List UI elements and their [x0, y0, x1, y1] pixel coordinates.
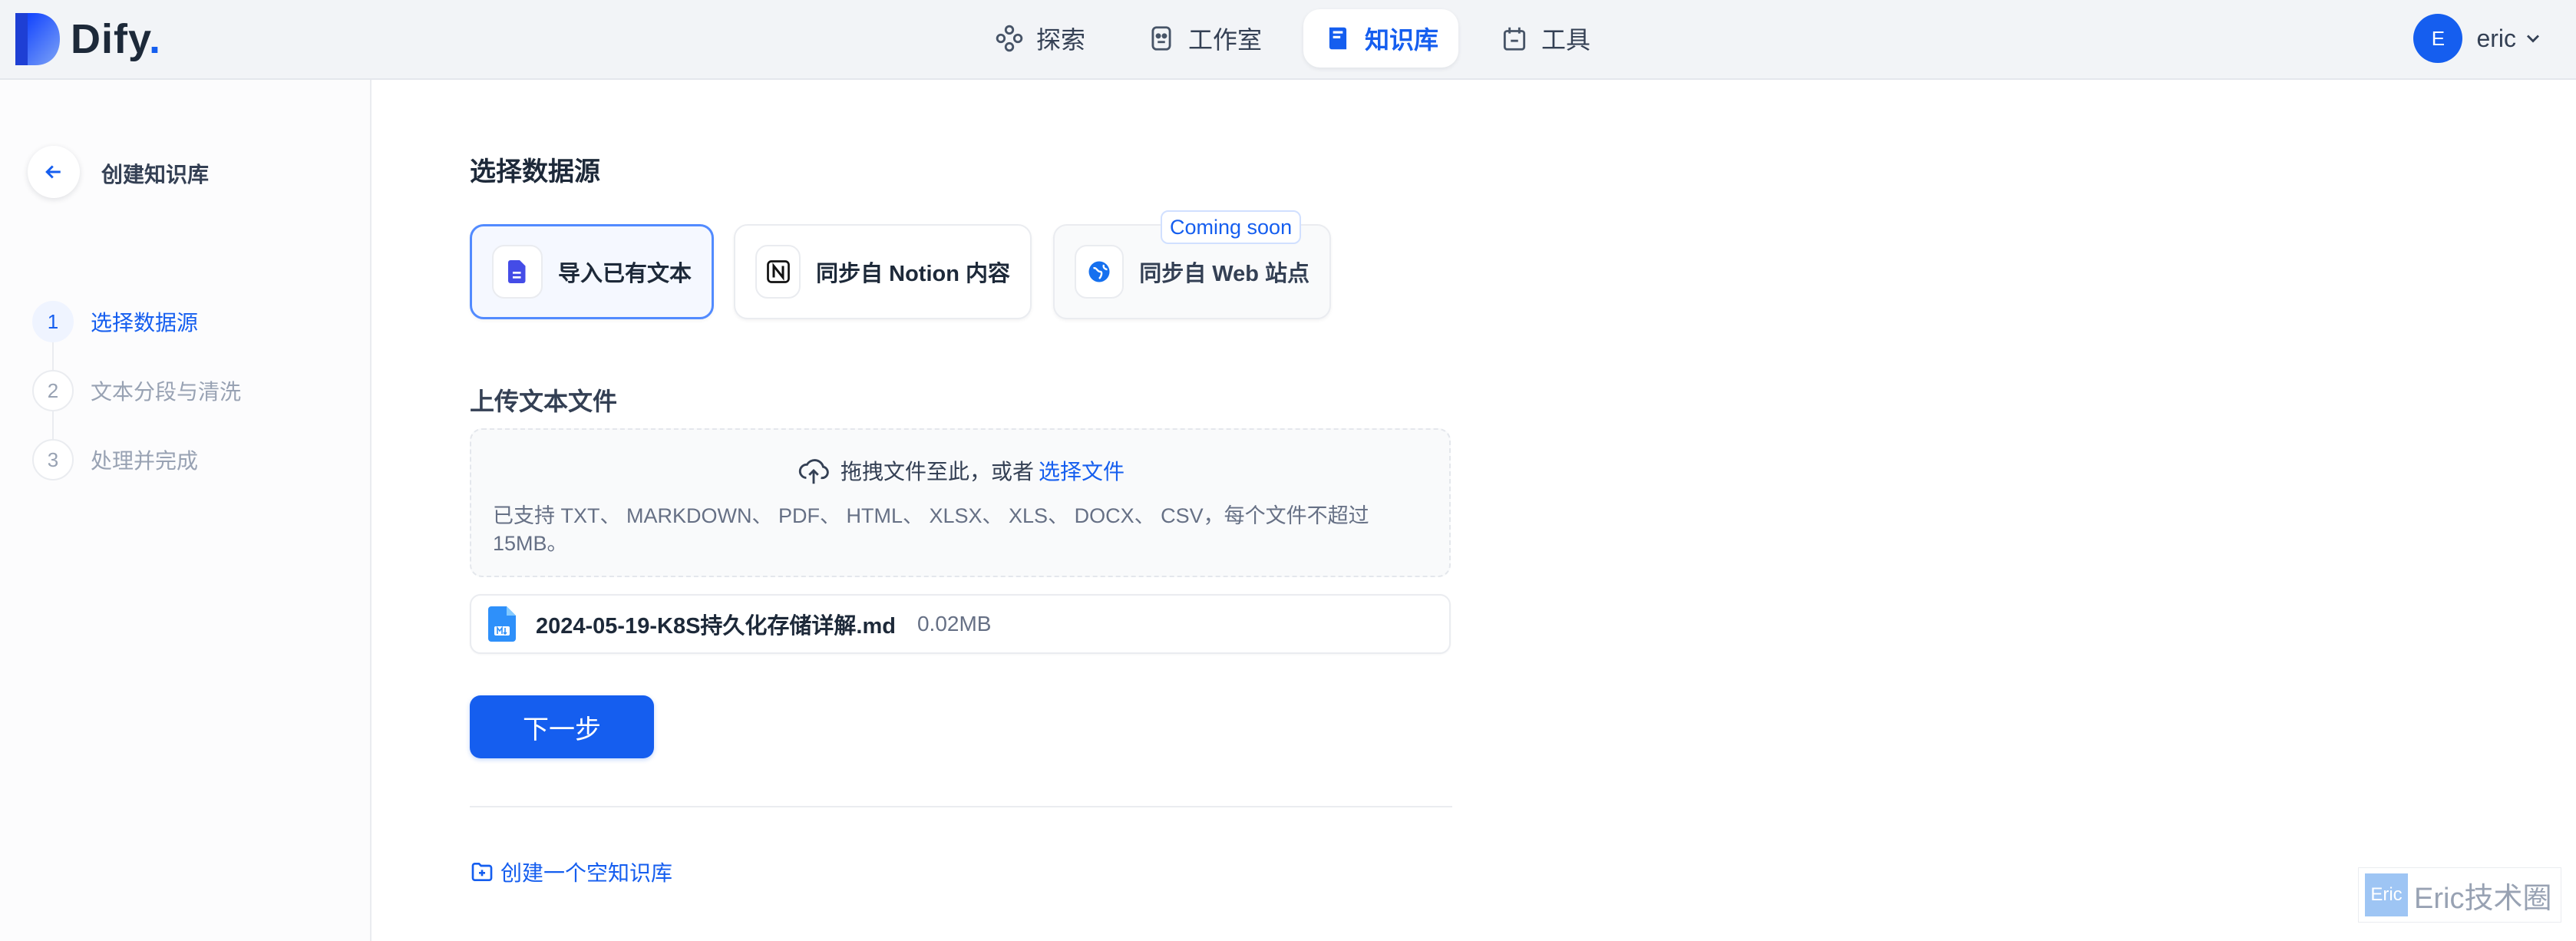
- back-button[interactable]: [28, 146, 80, 198]
- logo-text: Dify: [71, 16, 150, 62]
- book-icon: [1329, 27, 1347, 50]
- step-label: 文本分段与清洗: [91, 380, 242, 404]
- nav-item-label: 工具: [1541, 26, 1591, 54]
- web-icon: [1088, 261, 1110, 282]
- nav-item-tools[interactable]: 工具: [1480, 9, 1610, 68]
- upload-cloud-icon: [798, 459, 829, 484]
- nav-item-studio[interactable]: 工作室: [1127, 9, 1282, 68]
- source-icon-box: [755, 245, 801, 299]
- create-empty-knowledge-link[interactable]: 创建一个空知识库: [470, 857, 672, 887]
- chevron-down-icon: [2527, 35, 2539, 43]
- file-size: 0.02MB: [916, 612, 992, 636]
- create-empty-knowledge-label: 创建一个空知识库: [500, 861, 673, 885]
- main-nav: 探索 工作室 知识库 工具: [975, 9, 1632, 68]
- step-item: 1 选择数据源: [32, 287, 241, 370]
- step-number: 1: [32, 301, 74, 342]
- source-label: 同步自 Web 站点: [1139, 262, 1309, 286]
- nav-item-label: 知识库: [1365, 26, 1439, 54]
- step-number: 3: [32, 439, 74, 480]
- dify-logo[interactable]: Dify.: [15, 11, 161, 68]
- select-file-link[interactable]: 选择文件: [1039, 455, 1125, 486]
- document-icon: [507, 260, 526, 283]
- notion-icon: [766, 260, 790, 283]
- coming-soon-badge: Coming soon: [1161, 210, 1302, 244]
- source-icon-box: [1075, 245, 1125, 299]
- upload-section-title: 上传文本文件: [470, 388, 618, 415]
- watermark: Eric Eric技术圈: [2358, 867, 2562, 923]
- step-list: 1 选择数据源 2 文本分段与清洗 3 处理并完成: [32, 287, 241, 494]
- source-option-import-text[interactable]: 导入已有文本: [470, 224, 714, 319]
- sidebar-title: 创建知识库: [101, 163, 210, 187]
- markdown-file-icon: [488, 606, 516, 642]
- tools-icon: [1503, 27, 1526, 51]
- user-menu[interactable]: E eric: [2413, 14, 2544, 63]
- file-dropzone[interactable]: 拖拽文件至此，或者 选择文件 已支持 TXT、 MARKDOWN、 PDF、 H…: [470, 428, 1451, 577]
- logo-dot: .: [149, 16, 162, 62]
- step-connector: [52, 342, 54, 370]
- nav-item-label: 工作室: [1188, 26, 1263, 54]
- next-step-button[interactable]: 下一步: [470, 695, 654, 758]
- explore-icon: [996, 25, 1023, 52]
- nav-item-knowledge[interactable]: 知识库: [1303, 9, 1459, 68]
- step-item: 2 文本分段与清洗: [32, 356, 242, 439]
- arrow-left-icon: [45, 165, 61, 179]
- dropzone-prompt: 拖拽文件至此，或者: [840, 460, 1034, 484]
- step-connector: [52, 411, 54, 439]
- avatar[interactable]: E: [2413, 14, 2463, 63]
- nav-item-explore[interactable]: 探索: [975, 9, 1105, 68]
- dify-logo-icon: [15, 13, 60, 65]
- step-label: 处理并完成: [91, 449, 199, 473]
- source-icon-box: [492, 245, 543, 299]
- top-navigation-bar: Dify. 探索 工作室 知识库 工具 E eric: [0, 0, 2576, 80]
- watermark-text: Eric技术圈: [2414, 882, 2552, 915]
- user-name: eric: [2476, 24, 2516, 52]
- dropzone-hint: 已支持 TXT、 MARKDOWN、 PDF、 HTML、 XLSX、 XLS、…: [493, 504, 1369, 555]
- file-name: 2024-05-19-K8S持久化存储详解.md: [536, 614, 896, 639]
- uploaded-file-item[interactable]: 2024-05-19-K8S持久化存储详解.md 0.02MB: [470, 594, 1451, 654]
- divider: [470, 806, 1452, 807]
- source-option-notion[interactable]: 同步自 Notion 内容: [734, 224, 1032, 319]
- robot-icon: [1151, 26, 1171, 51]
- page-title: 选择数据源: [470, 157, 600, 187]
- step-label: 选择数据源: [91, 311, 199, 335]
- source-label: 同步自 Notion 内容: [816, 262, 1010, 286]
- step-item: 3 处理并完成: [32, 425, 241, 494]
- source-label: 导入已有文本: [557, 262, 692, 286]
- folder-plus-icon: [471, 863, 493, 881]
- step-number: 2: [32, 370, 74, 411]
- dropzone-prompt-row: 拖拽文件至此，或者 选择文件: [471, 453, 1449, 488]
- nav-item-label: 探索: [1036, 26, 1086, 54]
- sidebar: 创建知识库 1 选择数据源 2 文本分段与清洗 3 处理并完成: [0, 80, 372, 941]
- watermark-badge: Eric: [2365, 873, 2408, 916]
